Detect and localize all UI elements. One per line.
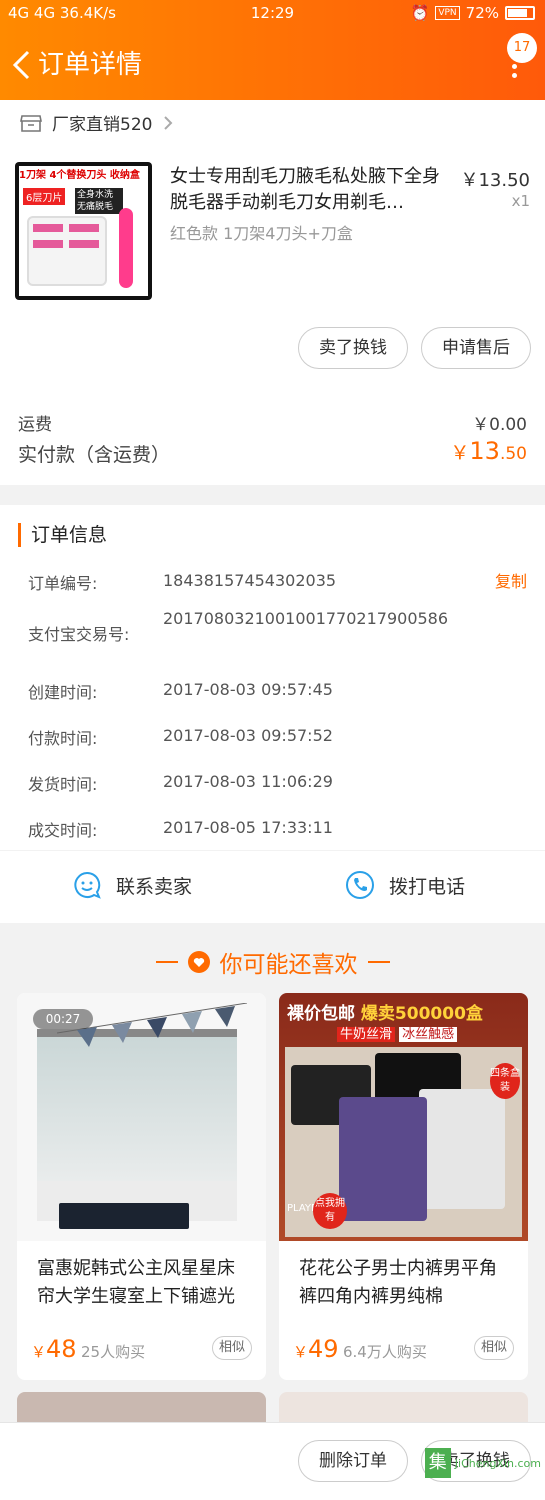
alarm-icon: ⏰ xyxy=(410,4,430,22)
product-sku: 红色款 1刀架4刀头+刀盒 xyxy=(170,224,353,243)
more-menu-icon[interactable] xyxy=(509,55,519,81)
page: 4G 4G 36.4K/s 12:29 ⏰ VPN 72% 订单详情 17 厂家… xyxy=(0,0,545,1500)
battery-icon xyxy=(505,6,535,20)
shipped-time-label: 发货时间: xyxy=(28,775,98,794)
recommend-title: 你可能还喜欢 xyxy=(219,952,358,978)
shipping-label: 运费 xyxy=(18,415,52,435)
banner-milk-silk: 牛奶丝滑 xyxy=(337,1027,396,1042)
status-bar: 4G 4G 36.4K/s 12:29 ⏰ VPN 72% xyxy=(0,0,545,28)
similar-button[interactable]: 相似 xyxy=(474,1336,514,1360)
status-right: ⏰ VPN 72% xyxy=(411,4,535,22)
recommend-item-title: 富惠妮韩式公主风星星床帘大学生寝室上下铺遮光 xyxy=(37,1258,235,1307)
battery-fill xyxy=(508,9,527,17)
paid-integer: 13 xyxy=(469,437,500,465)
banner-ice-silk: 冰丝触感 xyxy=(399,1027,458,1042)
recommend-item-price: ￥49 xyxy=(293,1335,339,1363)
shop-name: 厂家直销520 xyxy=(52,115,153,135)
recommend-item-underwear[interactable]: 裸价包邮 爆卖500000盒 牛奶丝滑 冰丝触感 PLAYBOY 四条盒装 点我… xyxy=(279,993,528,1380)
recommend-item-sold: 25人购买 xyxy=(81,1343,146,1361)
alipay-trade-label: 支付宝交易号: xyxy=(28,625,130,644)
completed-time-value: 2017-08-05 17:33:11 xyxy=(163,818,333,837)
completed-time-label: 成交时间: xyxy=(28,821,98,840)
watermark-logo: 集 xyxy=(424,1448,451,1478)
call-phone-label: 拨打电话 xyxy=(389,875,466,898)
box-of-four-badge: 四条盒装 xyxy=(490,1063,520,1099)
curtain-image: 00:27 xyxy=(17,993,266,1241)
chat-bubble-icon xyxy=(74,871,101,899)
vpn-badge: VPN xyxy=(435,6,460,20)
recommend-item-curtain[interactable]: 00:27 富惠妮韩式公主风星星床帘大学生寝室上下铺遮光 ￥48 25人购买 相… xyxy=(17,993,266,1380)
sell-button[interactable]: 卖了换钱 xyxy=(298,327,408,369)
alipay-trade-value: 2017080321001001770217900586 xyxy=(163,609,449,628)
shipping-value: ￥0.00 xyxy=(472,415,527,435)
chevron-right-icon xyxy=(164,115,173,130)
video-duration-badge: 00:27 xyxy=(33,1009,93,1029)
copy-button[interactable]: 复制 xyxy=(495,568,527,592)
paid-decimal: .50 xyxy=(499,444,527,464)
thumb-text-wash: 全身水洗 xyxy=(77,190,114,200)
recommend-item-sold: 6.4万人购买 xyxy=(343,1343,427,1361)
underwear-image: 裸价包邮 爆卖500000盒 牛奶丝滑 冰丝触感 PLAYBOY 四条盒装 点我… xyxy=(279,993,528,1241)
order-number-value: 18438157454302035 xyxy=(163,571,337,590)
created-time-label: 创建时间: xyxy=(28,683,98,702)
paid-amount: ￥13.50 xyxy=(450,437,527,465)
product-quantity: x1 xyxy=(511,192,530,210)
product-title[interactable]: 女士专用刮毛刀腋毛私处腋下全身脱毛器手动剃毛刀女用剃毛… xyxy=(170,164,450,216)
order-number-label: 订单编号: xyxy=(28,574,98,593)
order-info-title: 订单信息 xyxy=(18,523,107,547)
paid-symbol: ￥ xyxy=(450,442,470,464)
click-to-own-badge: 点我拥有 xyxy=(313,1193,347,1229)
call-phone-button[interactable]: 拨打电话 xyxy=(345,870,465,900)
order-info-card xyxy=(0,505,545,850)
product-price: ￥13.50 xyxy=(460,170,530,191)
thumb-text-painless: 无痛脱毛 xyxy=(77,202,114,212)
thumb-text-blade: 1刀架 xyxy=(19,170,46,181)
contact-seller-button[interactable]: 联系卖家 xyxy=(72,870,192,900)
phone-icon xyxy=(346,871,374,899)
shipped-time-value: 2017-08-03 11:06:29 xyxy=(163,772,333,791)
header: 4G 4G 36.4K/s 12:29 ⏰ VPN 72% 订单详情 17 xyxy=(0,0,545,100)
banner-hot-sale: 爆卖500000盒 xyxy=(360,1004,483,1024)
watermark-text: JiChengXin.com xyxy=(454,1456,541,1470)
similar-button[interactable]: 相似 xyxy=(212,1336,252,1360)
recommend-item-price: ￥48 xyxy=(31,1335,77,1363)
heart-icon xyxy=(187,951,210,973)
shop-icon xyxy=(20,114,42,132)
price-value: 48 xyxy=(46,1335,77,1363)
contact-seller-label: 联系卖家 xyxy=(116,875,193,898)
thumb-text-box: 收纳盒 xyxy=(109,170,140,181)
back-arrow-icon[interactable] xyxy=(8,48,36,82)
banner-free-shipping: 裸价包邮 xyxy=(287,1004,355,1024)
watermark: 集 JiChengXin.com xyxy=(424,1448,541,1478)
battery-percent: 72% xyxy=(465,4,499,22)
product-thumbnail[interactable]: 1刀架 4个替换刀头 收纳盒 6层刀片 全身水洗 无痛脱毛 xyxy=(15,162,152,300)
after-sale-button[interactable]: 申请售后 xyxy=(421,327,531,369)
thumb-text-layers: 6层刀片 xyxy=(23,188,66,205)
thumb-text-heads: 4个替换刀头 xyxy=(49,170,107,181)
price-symbol: ￥ xyxy=(293,1343,309,1361)
price-symbol: ￥ xyxy=(31,1343,47,1361)
delete-order-button[interactable]: 删除订单 xyxy=(298,1440,408,1482)
recommend-header: 你可能还喜欢 xyxy=(0,945,545,979)
recommend-item-title: 花花公子男士内裤男平角裤四角内裤男纯棉 xyxy=(299,1258,497,1307)
created-time-value: 2017-08-03 09:57:45 xyxy=(163,680,333,699)
paid-time-label: 付款时间: xyxy=(28,729,98,748)
paid-label: 实付款（含运费） xyxy=(18,444,171,466)
shop-link[interactable]: 厂家直销520 xyxy=(20,110,174,135)
paid-time-value: 2017-08-03 09:57:52 xyxy=(163,726,333,745)
page-title: 订单详情 xyxy=(38,50,143,80)
price-value: 49 xyxy=(308,1335,339,1363)
